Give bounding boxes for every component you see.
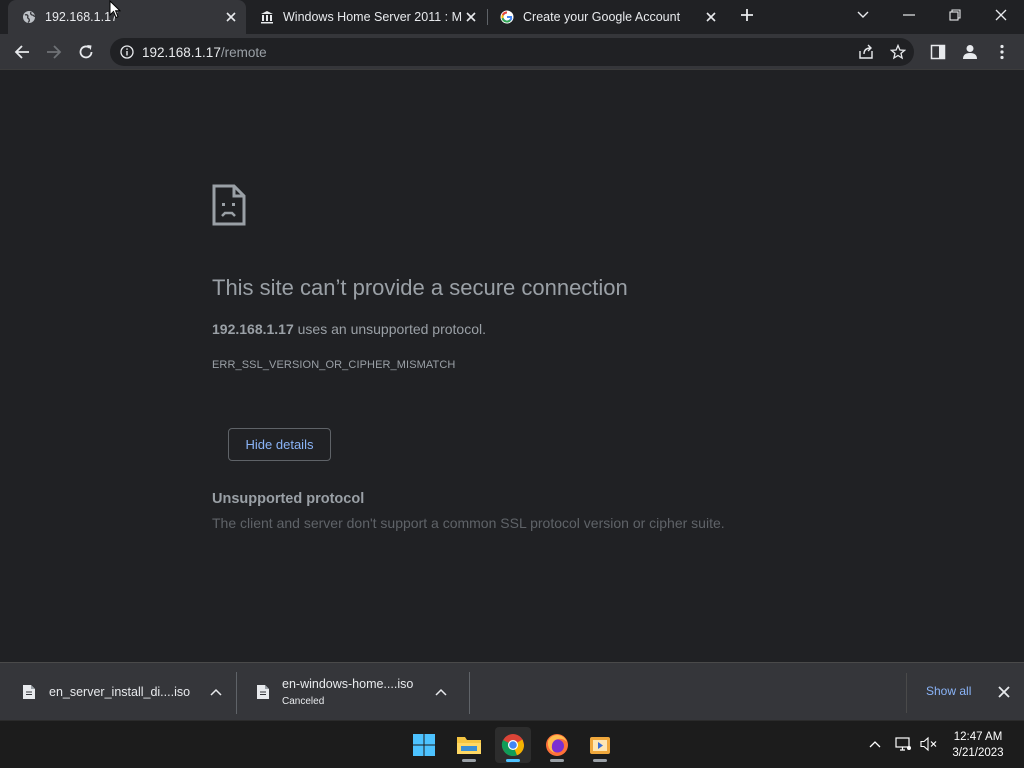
download-separator bbox=[469, 672, 470, 714]
museum-icon bbox=[260, 10, 274, 24]
file-explorer-icon bbox=[457, 737, 481, 754]
clock-date: 3/21/2023 bbox=[952, 747, 1004, 759]
share-icon bbox=[859, 44, 873, 59]
download-filename: en-windows-home....iso bbox=[282, 677, 414, 691]
windows-start-icon bbox=[413, 734, 435, 756]
show-hidden-icons-button[interactable] bbox=[864, 733, 886, 755]
media-app-button[interactable] bbox=[582, 727, 618, 763]
menu-button[interactable] bbox=[988, 38, 1016, 66]
mouse-cursor-icon bbox=[109, 0, 121, 19]
minimize-button[interactable] bbox=[886, 0, 932, 30]
share-button[interactable] bbox=[852, 38, 880, 66]
chevron-up-icon[interactable] bbox=[435, 688, 447, 696]
reload-button[interactable] bbox=[72, 38, 100, 66]
profile-button[interactable] bbox=[956, 38, 984, 66]
speaker-muted-icon bbox=[920, 736, 937, 752]
error-code: ERR_SSL_VERSION_OR_CIPHER_MISMATCH bbox=[212, 359, 456, 371]
minimize-icon bbox=[903, 14, 915, 16]
download-status: Canceled bbox=[282, 696, 325, 707]
show-all-link[interactable]: Show all bbox=[926, 684, 971, 698]
firefox-icon bbox=[546, 734, 568, 756]
google-icon bbox=[500, 10, 514, 24]
running-indicator bbox=[462, 759, 476, 762]
restore-button[interactable] bbox=[932, 0, 978, 30]
url-path: /remote bbox=[220, 44, 267, 60]
side-panel-button[interactable] bbox=[924, 38, 952, 66]
error-description: 192.168.1.17 uses an unsupported protoco… bbox=[212, 321, 486, 337]
profile-icon bbox=[963, 45, 977, 59]
tab-1[interactable]: 192.168.1.17 bbox=[8, 0, 246, 34]
error-message: uses an unsupported protocol. bbox=[293, 321, 486, 337]
chrome-icon bbox=[501, 734, 525, 757]
sad-page-icon bbox=[212, 184, 246, 231]
globe-icon bbox=[22, 10, 36, 24]
tab-title: Windows Home Server 2011 : Mi bbox=[283, 10, 462, 24]
tab-3[interactable]: Create your Google Account bbox=[486, 0, 726, 34]
chevron-down-icon bbox=[857, 11, 869, 18]
firefox-button[interactable] bbox=[539, 727, 575, 763]
url-host: 192.168.1.17 bbox=[142, 44, 221, 60]
new-tab-button[interactable] bbox=[732, 0, 762, 30]
arrow-left-icon bbox=[14, 45, 29, 59]
system-clock[interactable]: 12:47 AM 3/21/2023 bbox=[946, 729, 1010, 761]
downloads-bar: en_server_install_di....iso en-windows-h… bbox=[0, 662, 1024, 720]
file-icon bbox=[257, 685, 269, 699]
running-indicator bbox=[550, 759, 564, 762]
tab-strip: 192.168.1.17 Windows Home Server 2011 : … bbox=[0, 0, 1024, 34]
download-item[interactable]: en_server_install_di....iso bbox=[18, 663, 228, 721]
plus-icon bbox=[741, 9, 753, 21]
tab-2[interactable]: Windows Home Server 2011 : Mi bbox=[246, 0, 486, 34]
error-title: This site can’t provide a secure connect… bbox=[212, 275, 628, 300]
back-button[interactable] bbox=[8, 38, 36, 66]
kebab-menu-icon bbox=[1000, 44, 1004, 60]
file-icon bbox=[23, 685, 35, 699]
media-app-icon bbox=[590, 737, 610, 754]
download-item[interactable]: en-windows-home....iso Canceled bbox=[252, 663, 462, 721]
download-separator bbox=[236, 672, 237, 714]
network-icon bbox=[895, 737, 911, 751]
close-window-button[interactable] bbox=[978, 0, 1024, 30]
reload-icon bbox=[79, 45, 93, 59]
close-icon bbox=[995, 9, 1007, 21]
close-icon bbox=[998, 686, 1010, 698]
network-status-button[interactable] bbox=[892, 733, 914, 755]
download-filename: en_server_install_di....iso bbox=[49, 685, 191, 699]
error-host: 192.168.1.17 bbox=[212, 321, 294, 337]
close-icon[interactable] bbox=[222, 8, 240, 26]
arrow-right-icon bbox=[47, 45, 62, 59]
hide-details-button[interactable]: Hide details bbox=[228, 428, 331, 461]
running-indicator bbox=[593, 759, 607, 762]
file-explorer-button[interactable] bbox=[451, 727, 487, 763]
volume-button[interactable] bbox=[918, 733, 940, 755]
restore-icon bbox=[949, 9, 961, 21]
bookmark-button[interactable] bbox=[884, 38, 912, 66]
forward-button[interactable] bbox=[40, 38, 68, 66]
clock-time: 12:47 AM bbox=[953, 731, 1003, 743]
close-icon[interactable] bbox=[702, 8, 720, 26]
side-panel-icon bbox=[930, 44, 946, 60]
tab-search-button[interactable] bbox=[840, 0, 886, 30]
tab-title: 192.168.1.17 bbox=[45, 10, 118, 24]
running-indicator bbox=[506, 759, 520, 762]
chevron-up-icon[interactable] bbox=[210, 688, 222, 696]
page-content: This site can’t provide a secure connect… bbox=[0, 70, 1024, 662]
info-icon[interactable] bbox=[120, 45, 134, 59]
chevron-up-icon bbox=[869, 741, 881, 748]
chrome-taskbar-button[interactable] bbox=[495, 727, 531, 763]
address-bar[interactable]: 192.168.1.17/remote bbox=[110, 38, 914, 66]
star-icon bbox=[890, 44, 906, 60]
windows-taskbar: 12:47 AM 3/21/2023 bbox=[0, 720, 1024, 768]
browser-toolbar: 192.168.1.17/remote bbox=[0, 34, 1024, 70]
start-button[interactable] bbox=[406, 727, 442, 763]
details-heading: Unsupported protocol bbox=[212, 491, 365, 507]
download-separator bbox=[906, 673, 907, 713]
details-text: The client and server don't support a co… bbox=[212, 515, 725, 531]
tab-title: Create your Google Account bbox=[523, 10, 681, 24]
close-icon[interactable] bbox=[462, 8, 480, 26]
close-downloads-button[interactable] bbox=[998, 685, 1010, 703]
